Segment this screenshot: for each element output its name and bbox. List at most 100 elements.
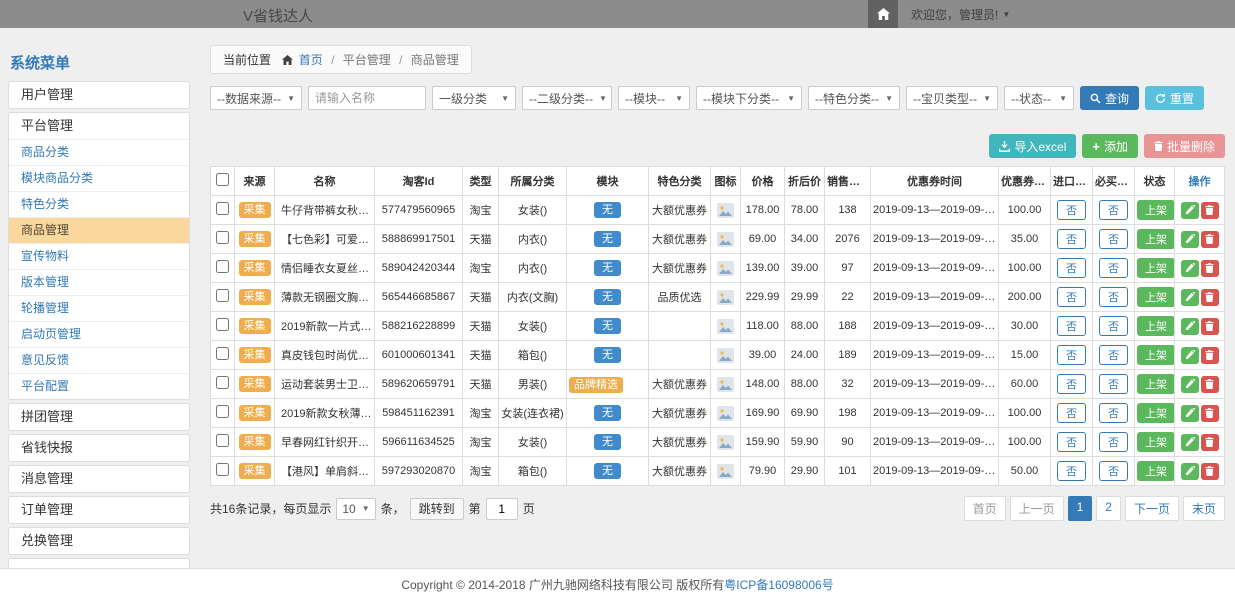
row-checkbox[interactable] — [216, 260, 229, 273]
mustbuy-toggle[interactable]: 否 — [1099, 316, 1128, 336]
select-all-checkbox[interactable] — [216, 173, 229, 186]
sidebar-subitem-8[interactable]: 意见反馈 — [9, 347, 189, 373]
edit-button[interactable] — [1181, 318, 1199, 335]
sidebar-item-0[interactable]: 用户管理 — [9, 82, 189, 108]
home-button[interactable] — [868, 0, 898, 28]
sidebar-item-2[interactable]: 拼团管理 — [9, 404, 189, 430]
sidebar-subitem-2[interactable]: 特色分类 — [9, 191, 189, 217]
edit-button[interactable] — [1181, 405, 1199, 422]
sidebar-item-3[interactable]: 省钱快报 — [9, 435, 189, 461]
row-checkbox[interactable] — [216, 463, 229, 476]
imported-toggle[interactable]: 否 — [1057, 403, 1086, 423]
module-sub-category-select[interactable]: --模块下分类--▼ — [696, 86, 802, 110]
import-excel-button[interactable]: 导入excel — [989, 134, 1076, 158]
sidebar-subitem-1[interactable]: 模块商品分类 — [9, 165, 189, 191]
delete-button[interactable] — [1201, 231, 1219, 248]
sidebar-item-6[interactable]: 兑换管理 — [9, 528, 189, 554]
level2-category-select[interactable]: --二级分类--▼ — [522, 86, 612, 110]
page-button-下一页[interactable]: 下一页 — [1125, 496, 1179, 521]
sidebar-subitem-3[interactable]: 商品管理 — [9, 217, 189, 243]
imported-toggle[interactable]: 否 — [1057, 287, 1086, 307]
page-button-末页[interactable]: 末页 — [1183, 496, 1225, 521]
delete-button[interactable] — [1201, 405, 1219, 422]
mustbuy-toggle[interactable]: 否 — [1099, 461, 1128, 481]
status-button[interactable]: 上架 — [1137, 461, 1175, 481]
page-button-首页[interactable]: 首页 — [964, 496, 1006, 521]
sidebar-subitem-5[interactable]: 版本管理 — [9, 269, 189, 295]
edit-button[interactable] — [1181, 347, 1199, 364]
mustbuy-toggle[interactable]: 否 — [1099, 345, 1128, 365]
status-button[interactable]: 上架 — [1137, 229, 1175, 249]
imported-toggle[interactable]: 否 — [1057, 432, 1086, 452]
row-checkbox[interactable] — [216, 347, 229, 360]
item-type-select[interactable]: --宝贝类型--▼ — [906, 86, 998, 110]
page-button-1[interactable]: 1 — [1068, 496, 1093, 521]
edit-button[interactable] — [1181, 289, 1199, 306]
sidebar-subitem-6[interactable]: 轮播管理 — [9, 295, 189, 321]
status-button[interactable]: 上架 — [1137, 258, 1175, 278]
row-checkbox[interactable] — [216, 434, 229, 447]
mustbuy-toggle[interactable]: 否 — [1099, 432, 1128, 452]
row-checkbox[interactable] — [216, 318, 229, 331]
page-button-2[interactable]: 2 — [1096, 496, 1121, 521]
delete-button[interactable] — [1201, 376, 1219, 393]
mustbuy-toggle[interactable]: 否 — [1099, 374, 1128, 394]
mustbuy-toggle[interactable]: 否 — [1099, 287, 1128, 307]
delete-button[interactable] — [1201, 260, 1219, 277]
delete-button[interactable] — [1201, 202, 1219, 219]
status-button[interactable]: 上架 — [1137, 374, 1175, 394]
delete-button[interactable] — [1201, 463, 1219, 480]
feature-category-select[interactable]: --特色分类--▼ — [808, 86, 900, 110]
level1-category-select[interactable]: 一级分类▼ — [432, 86, 516, 110]
sidebar-subitem-0[interactable]: 商品分类 — [9, 139, 189, 165]
edit-button[interactable] — [1181, 376, 1199, 393]
delete-button[interactable] — [1201, 347, 1219, 364]
delete-button[interactable] — [1201, 318, 1219, 335]
mustbuy-toggle[interactable]: 否 — [1099, 200, 1128, 220]
status-button[interactable]: 上架 — [1137, 403, 1175, 423]
sidebar-subitem-7[interactable]: 启动页管理 — [9, 321, 189, 347]
status-button[interactable]: 上架 — [1137, 345, 1175, 365]
status-button[interactable]: 上架 — [1137, 200, 1175, 220]
imported-toggle[interactable]: 否 — [1057, 258, 1086, 278]
breadcrumb-home-link[interactable]: 首页 — [299, 53, 323, 67]
imported-toggle[interactable]: 否 — [1057, 345, 1086, 365]
status-button[interactable]: 上架 — [1137, 316, 1175, 336]
page-button-上一页[interactable]: 上一页 — [1010, 496, 1064, 521]
batch-delete-button[interactable]: 批量删除 — [1144, 134, 1225, 158]
imported-toggle[interactable]: 否 — [1057, 316, 1086, 336]
icp-link[interactable]: 粤ICP备16098006号 — [724, 576, 833, 593]
row-checkbox[interactable] — [216, 376, 229, 389]
user-menu[interactable]: 欢迎您，管理员! ▼ — [911, 6, 1010, 23]
sidebar-subitem-4[interactable]: 宣传物料 — [9, 243, 189, 269]
edit-button[interactable] — [1181, 463, 1199, 480]
imported-toggle[interactable]: 否 — [1057, 229, 1086, 249]
page-size-select[interactable]: 10 ▼ — [336, 498, 375, 520]
mustbuy-toggle[interactable]: 否 — [1099, 229, 1128, 249]
add-button[interactable]: + 添加 — [1082, 134, 1138, 158]
row-checkbox[interactable] — [216, 231, 229, 244]
search-button[interactable]: 查询 — [1080, 86, 1139, 110]
jump-button[interactable]: 跳转到 — [410, 498, 464, 520]
edit-button[interactable] — [1181, 260, 1199, 277]
delete-button[interactable] — [1201, 434, 1219, 451]
mustbuy-toggle[interactable]: 否 — [1099, 258, 1128, 278]
imported-toggle[interactable]: 否 — [1057, 461, 1086, 481]
delete-button[interactable] — [1201, 289, 1219, 306]
module-select[interactable]: --模块--▼ — [618, 86, 690, 110]
status-button[interactable]: 上架 — [1137, 287, 1175, 307]
reset-button[interactable]: 重置 — [1145, 86, 1204, 110]
status-select[interactable]: --状态--▼ — [1004, 86, 1074, 110]
sidebar-subitem-9[interactable]: 平台配置 — [9, 373, 189, 399]
edit-button[interactable] — [1181, 434, 1199, 451]
row-checkbox[interactable] — [216, 202, 229, 215]
status-button[interactable]: 上架 — [1137, 432, 1175, 452]
imported-toggle[interactable]: 否 — [1057, 200, 1086, 220]
data-source-select[interactable]: --数据来源-- ▼ — [210, 86, 302, 110]
imported-toggle[interactable]: 否 — [1057, 374, 1086, 394]
sidebar-item-4[interactable]: 消息管理 — [9, 466, 189, 492]
edit-button[interactable] — [1181, 231, 1199, 248]
page-number-input[interactable] — [486, 498, 518, 520]
edit-button[interactable] — [1181, 202, 1199, 219]
name-search-input[interactable] — [308, 86, 426, 110]
